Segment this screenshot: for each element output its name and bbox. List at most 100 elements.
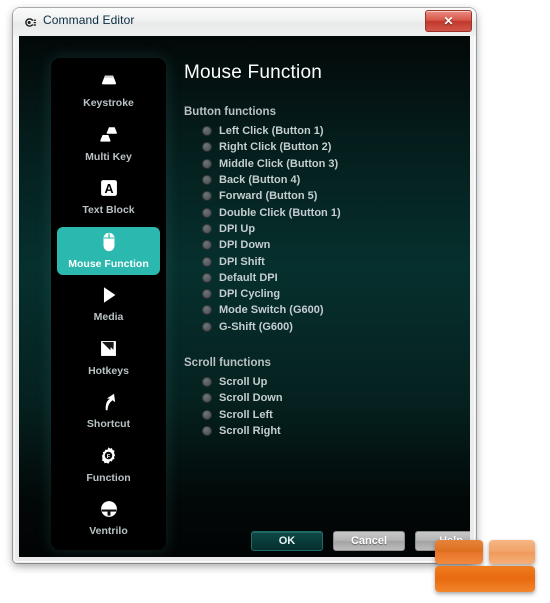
- radio-option-mode-switch-g600[interactable]: Mode Switch (G600): [184, 302, 454, 318]
- sidebar-item-media[interactable]: Media: [57, 280, 160, 328]
- radio-option-dpi-up[interactable]: DPI Up: [184, 221, 454, 237]
- keycap-icon: [98, 68, 120, 94]
- main-content: Mouse Function Button functions Left Clic…: [184, 58, 454, 439]
- multi-keycap-icon: [98, 122, 120, 148]
- function-sections: Button functions Left Click (Button 1) Rig…: [184, 106, 454, 439]
- radio-option-label: Forward (Button 5): [219, 190, 318, 203]
- radio-button-icon[interactable]: [202, 191, 212, 202]
- sidebar-item-mouse-function[interactable]: Mouse Function: [57, 226, 160, 275]
- sidebar-item-label: Shortcut: [86, 418, 131, 430]
- sidebar-item-label: Keystroke: [83, 97, 134, 109]
- sidebar-item-label: Mouse Function: [68, 257, 149, 270]
- radio-button-icon[interactable]: [202, 207, 212, 218]
- svg-text:F: F: [107, 454, 111, 460]
- gear-icon: F: [98, 443, 119, 469]
- radio-option-label: Mode Switch (G600): [219, 304, 324, 317]
- letter-a-icon: A: [99, 175, 119, 201]
- arrow-up-right-icon: [98, 389, 120, 415]
- cancel-button[interactable]: Cancel: [333, 531, 405, 551]
- radio-button-icon[interactable]: [202, 256, 212, 267]
- lightning-page-icon: [98, 336, 119, 362]
- command-editor-window: Command Editor ✕ Keystroke Multi Key A Text…: [13, 8, 476, 563]
- sidebar-item-function[interactable]: F Function: [57, 441, 160, 489]
- radio-button-icon[interactable]: [202, 158, 212, 169]
- svg-text:A: A: [104, 182, 113, 196]
- radio-option-middle-click-button-3[interactable]: Middle Click (Button 3): [184, 156, 454, 172]
- close-icon: ✕: [443, 14, 454, 28]
- sidebar-item-multi-key[interactable]: Multi Key: [57, 120, 160, 168]
- radio-option-label: DPI Down: [219, 239, 271, 252]
- radio-button-icon[interactable]: [202, 305, 212, 316]
- radio-button-icon[interactable]: [202, 377, 212, 387]
- radio-option-label: Left Click (Button 1): [219, 125, 324, 138]
- sidebar-item-label: Function: [86, 471, 131, 484]
- radio-button-icon[interactable]: [202, 142, 212, 153]
- radio-option-g-shift-g600[interactable]: G-Shift (G600): [184, 319, 454, 335]
- radio-option-scroll-up[interactable]: Scroll Up: [184, 374, 454, 390]
- section-title: Scroll functions: [184, 356, 271, 369]
- radio-option-label: Scroll Right: [219, 424, 281, 437]
- logo-block-bottom: [435, 566, 535, 592]
- radio-button-icon[interactable]: [202, 223, 212, 234]
- radio-button-icon[interactable]: [202, 240, 212, 251]
- window-title: Command Editor: [43, 13, 135, 27]
- sidebar-item-hotkeys[interactable]: Hotkeys: [57, 334, 160, 382]
- sidebar-item-label: Media: [93, 311, 124, 323]
- radio-option-dpi-cycling[interactable]: DPI Cycling: [184, 286, 454, 302]
- radio-option-label: Scroll Down: [219, 392, 283, 405]
- radio-option-label: DPI Cycling: [219, 288, 281, 301]
- sidebar-item-text-block[interactable]: A Text Block: [57, 173, 160, 221]
- radio-option-scroll-down[interactable]: Scroll Down: [184, 390, 454, 406]
- sidebar-item-shortcut[interactable]: Shortcut: [57, 387, 160, 435]
- radio-option-dpi-down[interactable]: DPI Down: [184, 237, 454, 253]
- play-triangle-icon: [98, 282, 120, 308]
- radio-button-icon[interactable]: [202, 409, 212, 420]
- mouse-icon: [99, 229, 119, 255]
- radio-option-label: Double Click (Button 1): [219, 206, 341, 219]
- logo-block-top-right: [489, 540, 535, 564]
- category-sidebar: Keystroke Multi Key A Text Block Mouse Funct…: [51, 58, 166, 550]
- dialog-footer: OK Cancel Help: [19, 531, 470, 557]
- radio-option-label: Scroll Left: [219, 408, 273, 421]
- radio-button-icon[interactable]: [202, 393, 212, 404]
- sidebar-item-keystroke[interactable]: Keystroke: [57, 66, 160, 114]
- radio-option-label: Scroll Up: [219, 376, 268, 388]
- radio-option-label: G-Shift (G600): [219, 320, 293, 333]
- radio-option-left-click-button-1[interactable]: Left Click (Button 1): [184, 123, 454, 139]
- client-area: Keystroke Multi Key A Text Block Mouse Funct…: [19, 36, 470, 557]
- cancel-button-label: Cancel: [350, 535, 388, 547]
- radio-option-label: DPI Up: [219, 222, 256, 235]
- radio-option-label: Default DPI: [219, 271, 278, 284]
- radio-option-right-click-button-2[interactable]: Right Click (Button 2): [184, 139, 454, 155]
- radio-option-label: Middle Click (Button 3): [219, 157, 339, 170]
- help-button-label: Help: [439, 535, 463, 547]
- radio-option-label: Right Click (Button 2): [219, 141, 332, 154]
- page-title: Mouse Function: [184, 62, 322, 83]
- radio-option-forward-button-5[interactable]: Forward (Button 5): [184, 188, 454, 204]
- title-bar[interactable]: Command Editor ✕: [13, 8, 476, 36]
- radio-option-label: DPI Shift: [219, 255, 265, 268]
- radio-button-icon[interactable]: [202, 289, 212, 300]
- radio-button-icon[interactable]: [202, 425, 212, 436]
- logitech-icon: [23, 15, 38, 30]
- radio-option-double-click-button-1[interactable]: Double Click (Button 1): [184, 204, 454, 220]
- radio-button-icon[interactable]: [202, 321, 212, 332]
- radio-option-dpi-shift[interactable]: DPI Shift: [184, 253, 454, 269]
- radio-option-scroll-right[interactable]: Scroll Right: [184, 423, 454, 439]
- radio-option-label: Back (Button 4): [219, 174, 301, 187]
- close-button[interactable]: ✕: [425, 10, 472, 32]
- radio-button-icon[interactable]: [202, 272, 212, 283]
- radio-option-default-dpi[interactable]: Default DPI: [184, 270, 454, 286]
- radio-option-scroll-left[interactable]: Scroll Left: [184, 406, 454, 422]
- sidebar-item-label: Multi Key: [85, 150, 132, 163]
- ok-button[interactable]: OK: [251, 531, 323, 551]
- sidebar-item-label: Text Block: [82, 204, 135, 216]
- radio-option-back-button-4[interactable]: Back (Button 4): [184, 172, 454, 188]
- sidebar-item-label: Hotkeys: [88, 364, 129, 377]
- section-title: Button functions: [184, 106, 276, 118]
- help-button[interactable]: Help: [415, 531, 470, 551]
- radio-button-icon[interactable]: [202, 175, 212, 186]
- headset-icon: [98, 496, 120, 522]
- radio-button-icon[interactable]: [202, 126, 212, 137]
- ok-button-label: OK: [278, 535, 296, 547]
